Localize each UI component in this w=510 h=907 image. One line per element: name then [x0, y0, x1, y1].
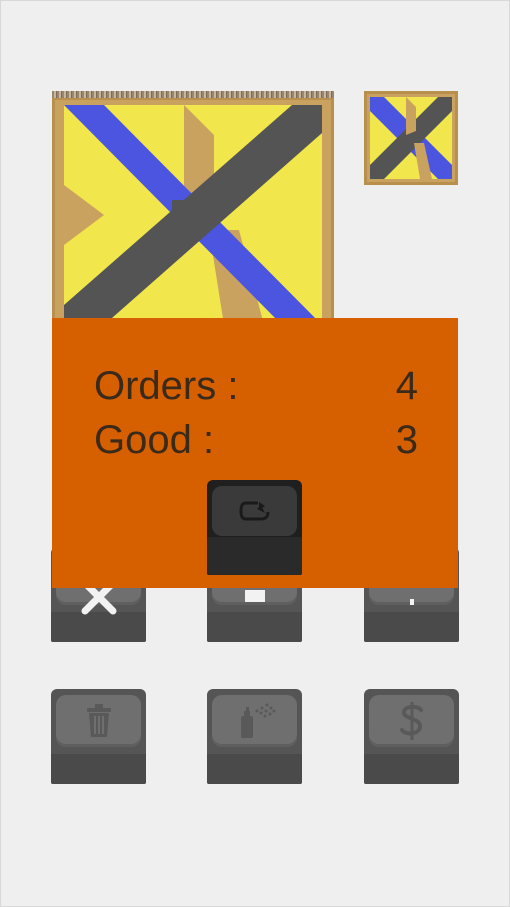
tile-fringe — [52, 91, 334, 98]
sell-button[interactable] — [364, 689, 459, 784]
results-panel: Orders : 4 Good : 3 — [52, 318, 458, 588]
spray-paint-icon — [207, 701, 302, 741]
good-label: Good : — [94, 418, 215, 462]
good-value: 3 — [395, 418, 418, 462]
trash-button[interactable] — [51, 689, 146, 784]
spray-button[interactable] — [207, 689, 302, 784]
target-tile-pattern — [370, 97, 452, 179]
trash-icon — [51, 701, 146, 741]
work-tile[interactable] — [52, 91, 334, 325]
dollar-icon — [364, 701, 459, 741]
restart-icon — [207, 494, 302, 528]
restart-button[interactable] — [207, 480, 302, 575]
target-tile — [364, 91, 458, 185]
orders-label: Orders : — [94, 364, 239, 408]
orders-value: 4 — [395, 364, 418, 408]
orders-row: Orders : 4 — [94, 364, 424, 409]
work-tile-pattern — [64, 105, 322, 325]
good-row: Good : 3 — [94, 418, 424, 463]
